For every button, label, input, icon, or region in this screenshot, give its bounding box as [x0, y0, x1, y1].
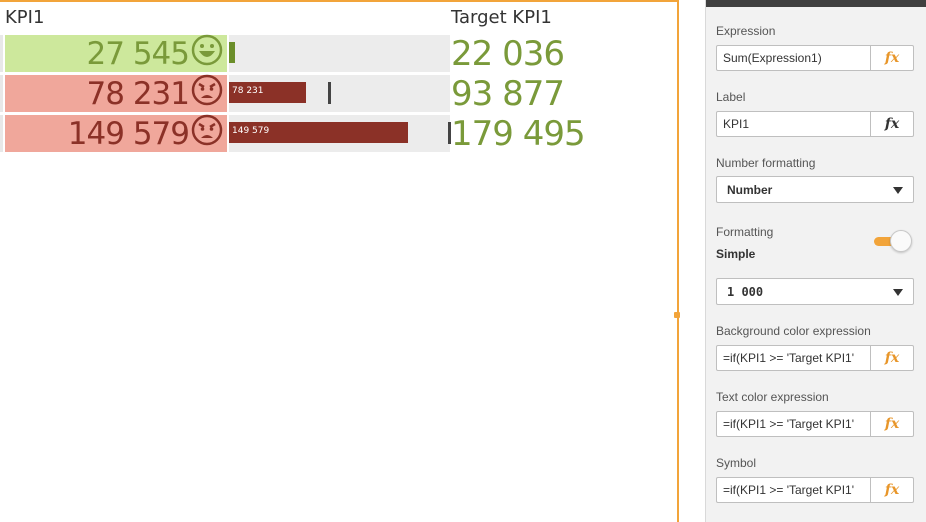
formatting-label: Formatting — [716, 225, 774, 239]
fx-icon[interactable]: fx — [870, 46, 913, 70]
format-pattern-select[interactable]: 1 000 — [716, 278, 914, 305]
symbol-label: Symbol — [716, 456, 757, 470]
kpi-value: 149 579 — [67, 115, 190, 152]
kpi-column-header[interactable]: KPI1 — [5, 7, 44, 28]
text-color-field[interactable]: =if(KPI1 >= 'Target KPI1' fx — [716, 411, 914, 437]
target-value: 22 036 — [451, 33, 565, 74]
kpi-value: 78 231 — [86, 75, 190, 112]
bullet-gauge: 149 579 — [229, 115, 451, 152]
label-field[interactable]: KPI1 fx — [716, 111, 914, 137]
gauge-bar-label: 78 231 — [232, 86, 264, 96]
bullet-gauge: 78 231 — [229, 75, 450, 112]
background-color-label: Background color expression — [716, 324, 871, 338]
chevron-down-icon — [893, 289, 903, 296]
toggle-knob — [890, 230, 912, 252]
fx-icon[interactable]: fx — [870, 346, 913, 370]
chevron-down-icon — [893, 187, 903, 194]
expression-value[interactable]: Sum(Expression1) — [717, 46, 870, 70]
kpi-table-panel: KPI1 Target KPI1 27 545 22 036 78 231 78… — [0, 0, 677, 522]
kpi-value: 27 545 — [86, 35, 190, 72]
selection-border — [677, 0, 679, 522]
smile-icon — [191, 34, 223, 74]
bullet-gauge — [229, 35, 450, 72]
resize-handle[interactable] — [674, 312, 680, 318]
format-pattern-value: 1 000 — [727, 285, 764, 299]
formatting-toggle[interactable] — [874, 230, 914, 252]
row-indicator — [0, 75, 3, 112]
symbol-field[interactable]: =if(KPI1 >= 'Target KPI1' fx — [716, 477, 914, 503]
background-color-value[interactable]: =if(KPI1 >= 'Target KPI1' — [717, 346, 870, 370]
label-label: Label — [716, 90, 746, 104]
kpi-cell[interactable]: 27 545 — [5, 34, 227, 74]
number-formatting-select[interactable]: Number — [716, 176, 914, 203]
background-color-field[interactable]: =if(KPI1 >= 'Target KPI1' fx — [716, 345, 914, 371]
fx-icon[interactable]: fx — [870, 412, 913, 436]
kpi-cell[interactable]: 78 231 — [5, 74, 227, 114]
row-indicator — [0, 115, 3, 152]
angry-icon — [191, 114, 223, 154]
panel-header-bar — [706, 0, 926, 7]
kpi-cell[interactable]: 149 579 — [5, 114, 227, 154]
target-marker — [328, 82, 331, 104]
properties-panel: Expression Sum(Expression1) fx Label KPI… — [705, 0, 926, 522]
expression-label: Expression — [716, 24, 776, 38]
number-formatting-value: Number — [727, 183, 773, 197]
formatting-mode: Simple — [716, 247, 756, 261]
target-column-header[interactable]: Target KPI1 — [451, 7, 552, 28]
symbol-value[interactable]: =if(KPI1 >= 'Target KPI1' — [717, 478, 870, 502]
number-formatting-label: Number formatting — [716, 156, 816, 170]
row-indicator — [0, 35, 3, 72]
gauge-bar: 78 231 — [229, 82, 306, 103]
text-color-label: Text color expression — [716, 390, 829, 404]
fx-icon[interactable]: fx — [870, 112, 913, 136]
angry-icon — [191, 74, 223, 114]
target-value: 179 495 — [451, 113, 586, 154]
label-value[interactable]: KPI1 — [717, 112, 870, 136]
gauge-bar-label: 149 579 — [232, 126, 270, 136]
fx-icon[interactable]: fx — [870, 478, 913, 502]
expression-field[interactable]: Sum(Expression1) fx — [716, 45, 914, 71]
text-color-value[interactable]: =if(KPI1 >= 'Target KPI1' — [717, 412, 870, 436]
gauge-bar: 149 579 — [229, 122, 408, 143]
target-value: 93 877 — [451, 73, 565, 114]
gauge-bar — [229, 42, 235, 63]
